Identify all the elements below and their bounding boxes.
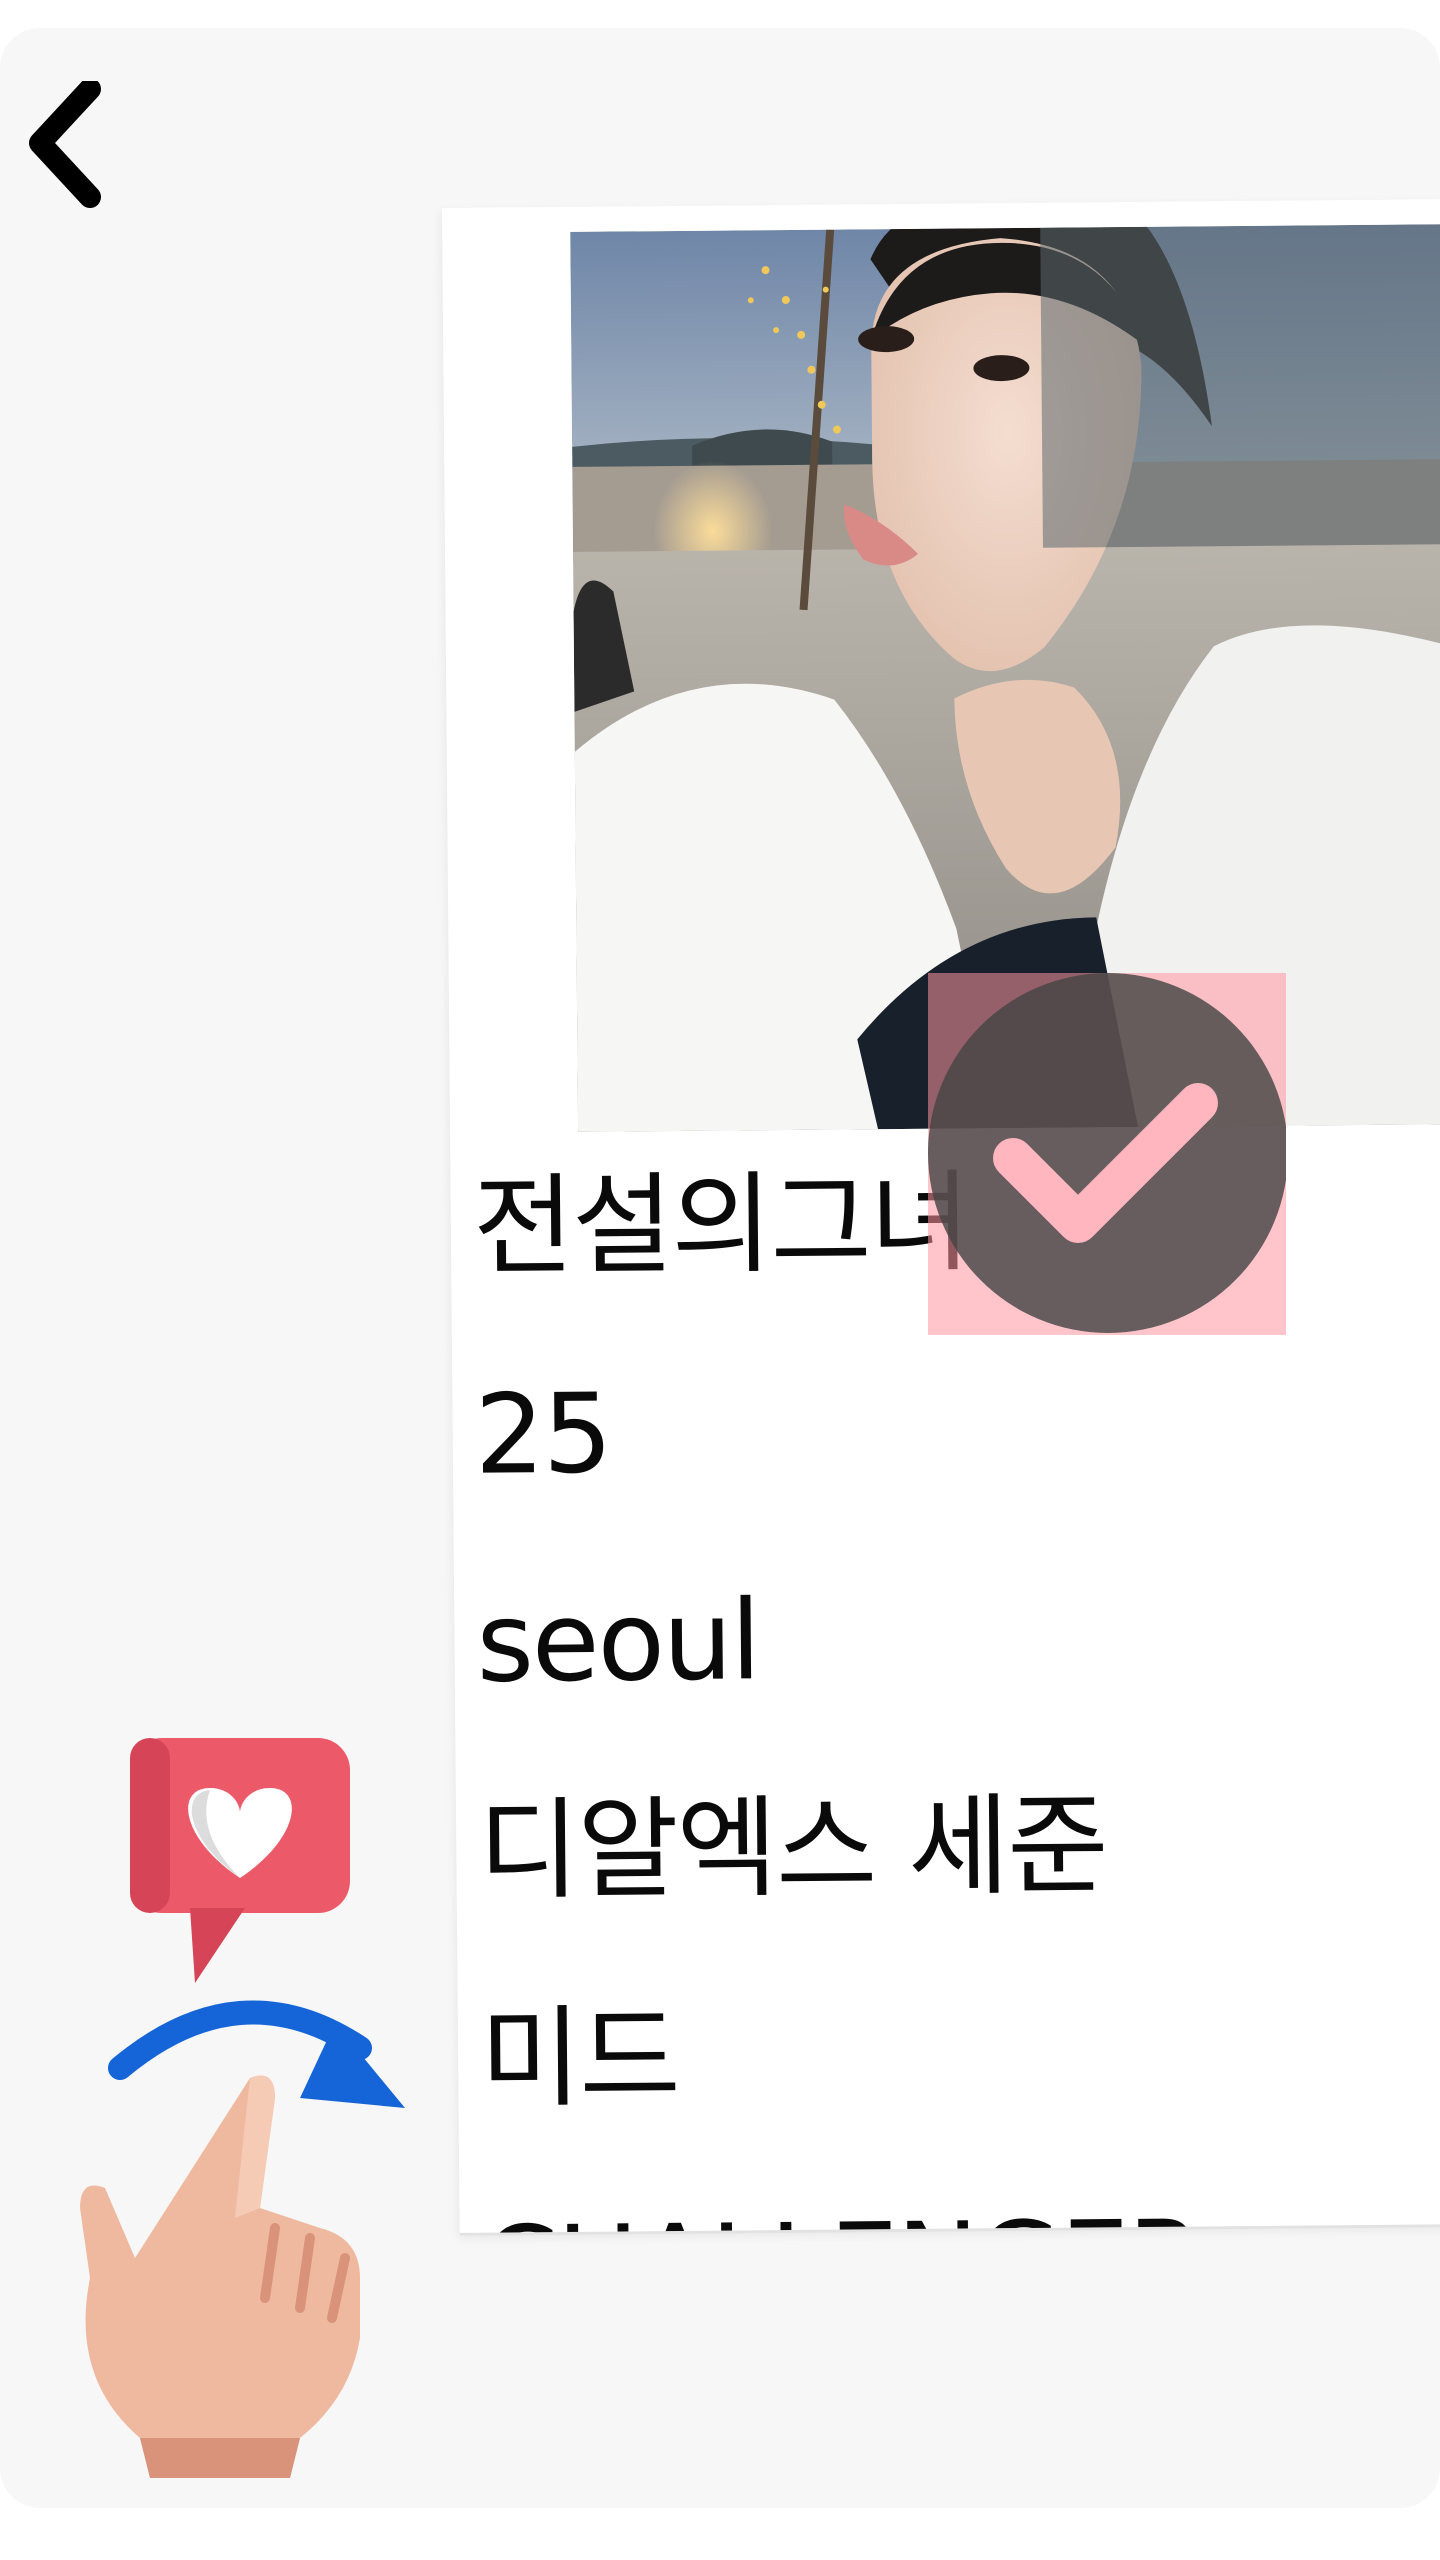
swipe-like-hint [60, 1738, 420, 2478]
heart-bubble-icon [130, 1738, 350, 1983]
profile-position: 미드 [479, 1993, 680, 2123]
select-check-button[interactable] [928, 973, 1288, 1335]
chevron-left-icon [29, 81, 101, 208]
back-button[interactable] [18, 76, 118, 216]
checkmark-circle-icon [928, 973, 1288, 1333]
profile-team: 디알엑스 세준 [477, 1781, 1108, 1915]
pointing-hand-icon [80, 2075, 360, 2478]
profile-tier: CHALLENGER [481, 2154, 1440, 2235]
profile-age: 25 [474, 1369, 612, 1499]
profile-location: seoul [475, 1576, 760, 1707]
app-screen: 전설의그녀 25 seoul 디알엑스 세준 미드 CHALLENGER [0, 28, 1440, 2508]
